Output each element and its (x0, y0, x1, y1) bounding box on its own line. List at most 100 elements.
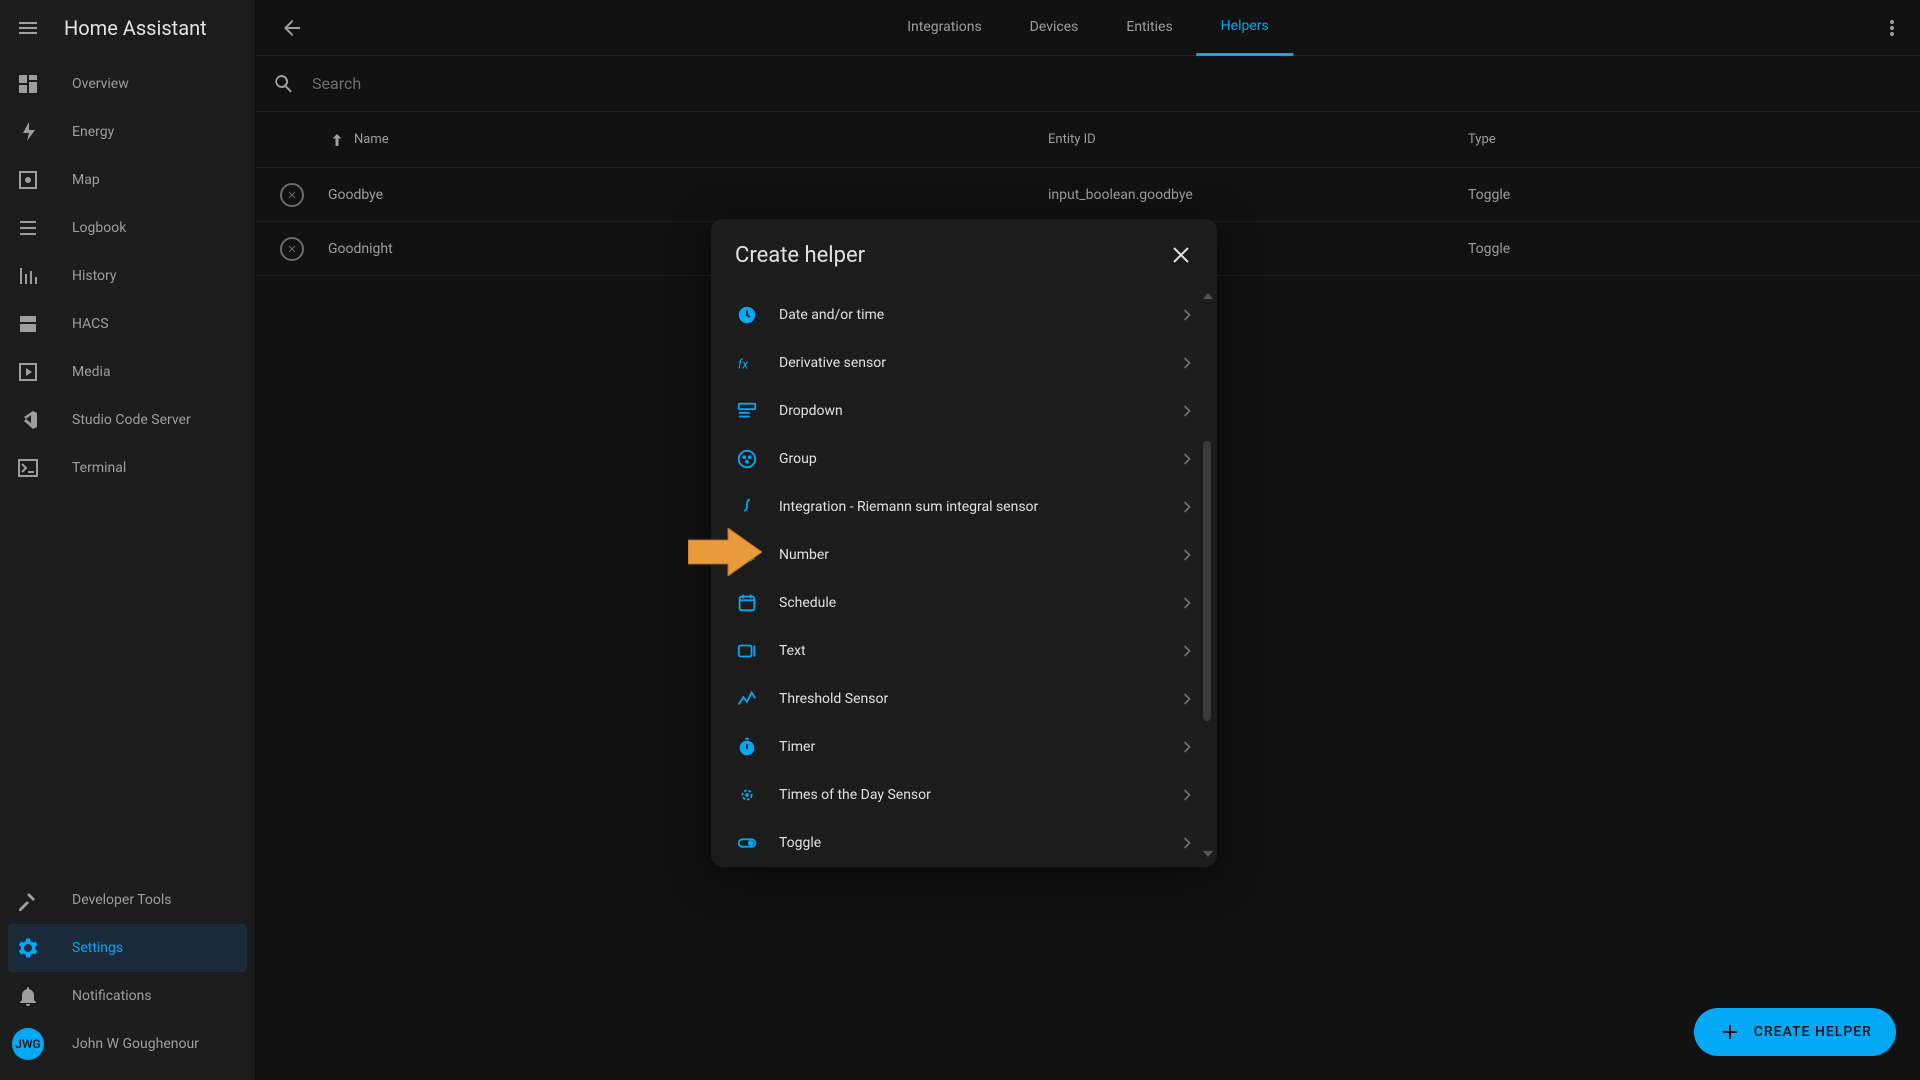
sidebar-item-hacs[interactable]: HACS (0, 300, 255, 348)
integral-icon (735, 495, 759, 519)
chevron-right-icon (1177, 545, 1197, 565)
close-icon[interactable] (1169, 243, 1193, 267)
chevron-right-icon (1177, 785, 1197, 805)
sidebar: Home Assistant Overview Energy Map Logbo… (0, 0, 256, 1080)
svg-text:fx: fx (738, 358, 749, 373)
chevron-right-icon (1177, 401, 1197, 421)
helper-option-group[interactable]: Group (719, 435, 1213, 483)
helper-option-text[interactable]: Text (719, 627, 1213, 675)
create-helper-dialog: Create helper Date and/or time fx Deriva… (711, 219, 1217, 867)
dialog-title: Create helper (735, 243, 865, 268)
column-entity-id[interactable]: Entity ID (1048, 132, 1468, 147)
close-circle-icon (280, 237, 304, 261)
sidebar-item-history[interactable]: History (0, 252, 255, 300)
chevron-right-icon (1177, 497, 1197, 517)
overflow-menu-icon[interactable] (1880, 16, 1904, 40)
calendar-icon (735, 591, 759, 615)
sidebar-item-label: Media (72, 364, 111, 380)
table-header: Name Entity ID Type (256, 112, 1920, 168)
sidebar-item-terminal[interactable]: Terminal (0, 444, 255, 492)
helper-option-schedule[interactable]: Schedule (719, 579, 1213, 627)
sidebar-item-settings[interactable]: Settings (8, 924, 247, 972)
helper-option-derivative[interactable]: fx Derivative sensor (719, 339, 1213, 387)
sidebar-item-energy[interactable]: Energy (0, 108, 255, 156)
table-row[interactable]: Goodbye input_boolean.goodbye Toggle (256, 168, 1920, 222)
group-icon (735, 447, 759, 471)
chevron-right-icon (1177, 353, 1197, 373)
sun-clock-icon (735, 783, 759, 807)
topbar: Integrations Devices Entities Helpers (256, 0, 1920, 56)
sidebar-item-label: Studio Code Server (72, 412, 191, 428)
play-icon (16, 360, 40, 384)
dashboard-icon (16, 72, 40, 96)
row-entity: input_boolean.goodbye (1048, 187, 1468, 203)
sidebar-item-label: History (72, 268, 117, 284)
sidebar-nav: Overview Energy Map Logbook History HACS… (0, 56, 255, 876)
row-name: Goodbye (328, 187, 1048, 203)
chevron-right-icon (1177, 449, 1197, 469)
column-name[interactable]: Name (328, 131, 1048, 149)
sidebar-item-label: Notifications (72, 988, 152, 1004)
helper-option-times-of-day[interactable]: Times of the Day Sensor (719, 771, 1213, 819)
sidebar-item-devtools[interactable]: Developer Tools (0, 876, 255, 924)
sidebar-item-label: Map (72, 172, 100, 188)
tab-integrations[interactable]: Integrations (883, 0, 1005, 56)
vscode-icon (16, 408, 40, 432)
sidebar-header: Home Assistant (0, 0, 255, 56)
dialog-scrollbar[interactable] (1201, 291, 1215, 861)
sort-asc-icon (328, 131, 346, 149)
tab-entities[interactable]: Entities (1102, 0, 1196, 56)
sidebar-item-label: Logbook (72, 220, 126, 236)
chart-icon (16, 264, 40, 288)
menu-icon[interactable] (16, 16, 40, 40)
stopwatch-icon (735, 735, 759, 759)
store-icon (16, 312, 40, 336)
sidebar-item-media[interactable]: Media (0, 348, 255, 396)
bell-icon (16, 984, 40, 1008)
sidebar-item-overview[interactable]: Overview (0, 60, 255, 108)
user-name: John W Goughenour (72, 1036, 199, 1052)
helper-option-integration[interactable]: Integration - Riemann sum integral senso… (719, 483, 1213, 531)
sidebar-item-label: Energy (72, 124, 114, 140)
search-icon (272, 72, 296, 96)
sidebar-user[interactable]: JWG John W Goughenour (0, 1020, 255, 1068)
helper-option-threshold[interactable]: Threshold Sensor (719, 675, 1213, 723)
sidebar-item-label: Overview (72, 76, 129, 92)
clock-icon (735, 303, 759, 327)
scroll-down-icon (1203, 851, 1213, 857)
threshold-icon (735, 687, 759, 711)
tab-devices[interactable]: Devices (1006, 0, 1103, 56)
sidebar-item-logbook[interactable]: Logbook (0, 204, 255, 252)
avatar: JWG (12, 1028, 44, 1060)
helper-option-datetime[interactable]: Date and/or time (719, 291, 1213, 339)
text-icon (735, 639, 759, 663)
chevron-right-icon (1177, 641, 1197, 661)
helper-option-dropdown[interactable]: Dropdown (719, 387, 1213, 435)
back-icon[interactable] (280, 16, 304, 40)
search-input[interactable] (312, 74, 1904, 93)
helper-option-toggle[interactable]: Toggle (719, 819, 1213, 867)
gear-icon (16, 936, 40, 960)
helper-option-number[interactable]: Number (719, 531, 1213, 579)
close-circle-icon (280, 183, 304, 207)
bolt-icon (16, 120, 40, 144)
dialog-header: Create helper (711, 219, 1217, 291)
scroll-thumb[interactable] (1203, 441, 1211, 721)
sidebar-item-map[interactable]: Map (0, 156, 255, 204)
annotation-arrow (688, 528, 762, 576)
terminal-icon (16, 456, 40, 480)
chevron-right-icon (1177, 833, 1197, 853)
tab-helpers[interactable]: Helpers (1197, 0, 1293, 56)
sidebar-item-notifications[interactable]: Notifications (0, 972, 255, 1020)
toggle-icon (735, 831, 759, 855)
create-helper-button[interactable]: CREATE HELPER (1694, 1008, 1896, 1056)
sidebar-item-studio-code[interactable]: Studio Code Server (0, 396, 255, 444)
row-type: Toggle (1468, 187, 1896, 203)
dialog-list: Date and/or time fx Derivative sensor Dr… (711, 291, 1217, 867)
column-type[interactable]: Type (1468, 132, 1896, 147)
fx-icon: fx (735, 351, 759, 375)
sidebar-item-label: Terminal (72, 460, 126, 476)
scroll-up-icon (1203, 293, 1213, 299)
helper-option-timer[interactable]: Timer (719, 723, 1213, 771)
chevron-right-icon (1177, 689, 1197, 709)
